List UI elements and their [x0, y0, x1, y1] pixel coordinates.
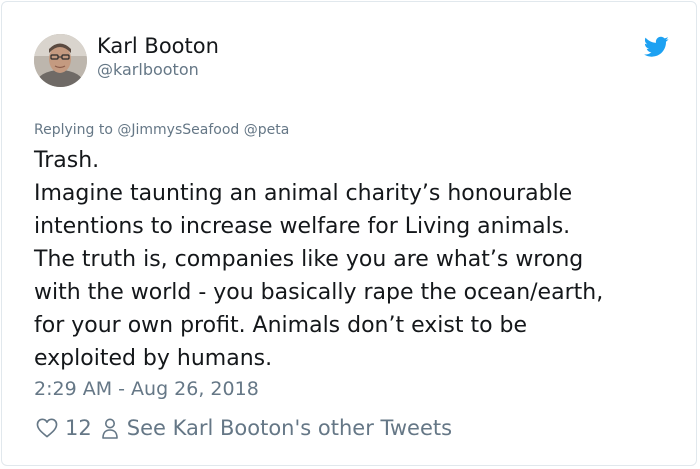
person-icon	[101, 418, 118, 439]
avatar-photo	[34, 34, 87, 87]
tweet-text-line: for your own profit. Animals don’t exist…	[34, 313, 528, 338]
author-handle[interactable]: @karlbooton	[97, 60, 199, 79]
tweet-text-line: The truth is, companies like you are wha…	[34, 247, 584, 272]
other-tweets-link[interactable]: See Karl Booton's other Tweets	[127, 416, 452, 440]
tweet-timestamp[interactable]: 2:29 AM - Aug 26, 2018	[34, 378, 259, 400]
author-avatar[interactable]	[34, 34, 87, 87]
tweet-text-line: exploited by humans.	[34, 346, 273, 371]
tweet-text: Trash. Imagine taunting an animal charit…	[34, 144, 674, 375]
like-count[interactable]: 12	[65, 416, 92, 440]
twitter-bird-icon[interactable]	[644, 36, 669, 58]
tweet-text-line: Trash.	[34, 148, 100, 173]
heart-icon[interactable]	[36, 418, 58, 438]
tweet-card: Karl Booton @karlbooton Replying to @Jim…	[1, 1, 697, 466]
tweet-text-line: Imagine taunting an animal charity’s hon…	[34, 181, 573, 206]
tweet-text-line: with the world - you basically rape the …	[34, 280, 604, 305]
replying-to-line: Replying to @JimmysSeafood @peta	[34, 122, 290, 138]
tweet-actions: 12 See Karl Booton's other Tweets	[36, 415, 452, 441]
tweet-text-line: intentions to increase welfare for Livin…	[34, 214, 571, 239]
author-display-name[interactable]: Karl Booton	[97, 34, 219, 58]
